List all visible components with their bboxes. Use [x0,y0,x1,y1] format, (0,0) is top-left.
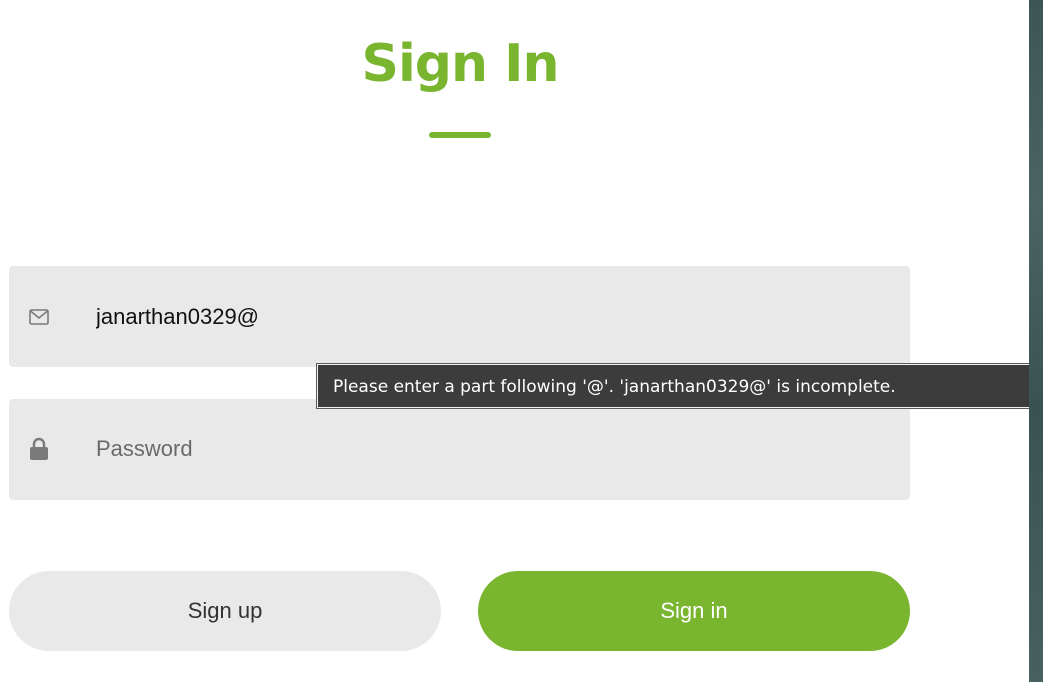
sign-in-page: Sign In Please enter a part following '@… [0,0,1043,682]
envelope-icon [28,306,50,328]
email-input[interactable] [96,302,886,332]
password-input[interactable] [96,434,886,464]
sign-up-button[interactable]: Sign up [9,571,441,651]
lock-icon [28,437,50,460]
sign-in-button[interactable]: Sign in [478,571,910,651]
background-strip [1029,0,1043,682]
page-title: Sign In [361,34,560,94]
validation-tooltip: Please enter a part following '@'. 'jana… [317,364,1037,408]
title-underline [429,132,491,138]
